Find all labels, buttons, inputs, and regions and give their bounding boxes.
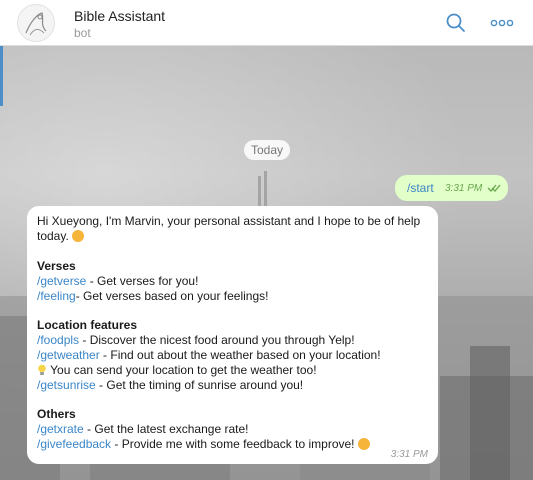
section-title-location: Location features [37,318,138,332]
section-title-verses: Verses [37,259,76,273]
command-row-getsunrise: /getsunrise - Get the timing of sunrise … [37,378,303,392]
command-link-getxrate[interactable]: /getxrate [37,422,84,436]
command-link-feeling[interactable]: /feeling [37,289,76,303]
greeting-line: Hi Xueyong, I'm Marvin, your personal as… [37,214,421,228]
command-link-givefeedback[interactable]: /givefeedback [37,437,111,451]
command-link-getweather[interactable]: /getweather [37,348,100,362]
command-desc-foodpls: - Discover the nicest food around you th… [79,333,355,347]
command-row-feeling: /feeling- Get verses based on your feeli… [37,289,268,303]
command-link-foodpls[interactable]: /foodpls [37,333,79,347]
outgoing-timestamp: 3:31 PM [445,183,483,194]
greeting-line-2: today. [37,229,85,243]
command-row-getverse: /getverse - Get verses for you! [37,274,198,288]
command-row-getxrate: /getxrate - Get the latest exchange rate… [37,422,248,436]
more-button[interactable] [490,13,514,33]
chat-title: Bible Assistant [74,8,166,24]
search-button[interactable] [444,11,468,35]
command-desc-getverse: - Get verses for you! [86,274,199,288]
chat-header: Bible Assistant bot [0,0,533,46]
command-row-getweather: /getweather - Find out about the weather… [37,348,381,362]
command-desc-getweather: - Find out about the weather based on yo… [99,348,381,362]
incoming-message[interactable]: Hi Xueyong, I'm Marvin, your personal as… [27,206,438,464]
avatar-sketch-icon [25,12,47,36]
command-row-foodpls: /foodpls - Discover the nicest food arou… [37,333,355,347]
bot-avatar[interactable] [17,4,55,42]
location-note: You can send your location to get the we… [37,363,317,377]
smiley-emoji-icon [72,230,85,242]
greeting-text: today. [37,229,69,243]
command-desc-getxrate: - Get the latest exchange rate! [83,422,249,436]
smiley-emoji-icon [357,438,370,450]
command-row-givefeedback: /givefeedback - Provide me with some fee… [37,437,370,451]
more-icon [490,19,514,27]
lightbulb-emoji-icon [38,364,46,375]
outgoing-message[interactable]: /start 3:31 PM [395,175,508,201]
incoming-timestamp: 3:31 PM [390,449,428,460]
command-link-getverse[interactable]: /getverse [37,274,86,288]
command-desc-givefeedback: - Provide me with some feedback to impro… [111,437,358,451]
command-desc-getsunrise: - Get the timing of sunrise around you! [95,378,304,392]
location-note-text: You can send your location to get the we… [47,363,317,377]
command-desc-feeling: - Get verses based on your feelings! [75,289,269,303]
outgoing-command-link[interactable]: /start [407,181,434,195]
command-link-getsunrise[interactable]: /getsunrise [37,378,96,392]
section-title-others: Others [37,407,76,421]
chat-subtitle: bot [74,26,91,40]
date-separator: Today [244,140,290,160]
double-check-icon [487,184,501,192]
search-icon [446,13,465,32]
chat-history[interactable]: Today /start 3:31 PM Hi Xueyong, I'm Mar… [0,46,533,480]
accent-indicator [0,46,3,106]
